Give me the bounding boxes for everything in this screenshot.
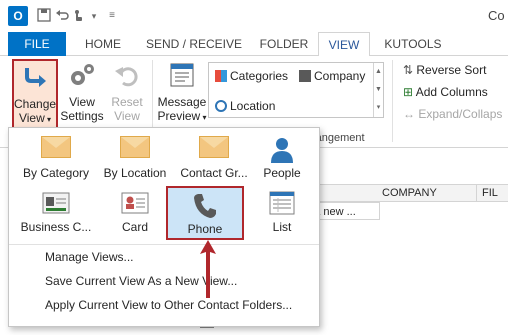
arrangement-company[interactable]: Company (299, 69, 365, 83)
business-card-icon (41, 190, 71, 219)
customize-icon[interactable]: ≡ (104, 8, 120, 24)
envelope-icon (120, 136, 150, 158)
person-icon (269, 136, 295, 167)
view-by-location[interactable]: By Location (92, 132, 178, 182)
reset-icon (108, 61, 146, 92)
add-columns-icon: ⊞ (403, 85, 416, 99)
manage-views-command[interactable]: Manage Views... (45, 250, 134, 264)
tab-home[interactable]: HOME (72, 32, 134, 56)
tab-view[interactable]: VIEW (318, 32, 370, 57)
tab-send-receive[interactable]: SEND / RECEIVE (140, 32, 248, 56)
view-by-category[interactable]: By Category (13, 132, 99, 182)
tab-file[interactable]: FILE (8, 32, 66, 56)
view-phone-label: Phone (187, 222, 223, 236)
column-header-row: COMPANY FIL (300, 184, 508, 202)
save-icon[interactable] (36, 8, 52, 24)
arrangement-categories-label: Categories (230, 69, 289, 83)
column-file-as[interactable]: FIL (482, 187, 498, 199)
contact-card-icon (120, 190, 150, 219)
ribbon-tab-bar: FILE HOME SEND / RECEIVE FOLDER VIEW KUT… (0, 32, 508, 57)
gallery-scroll[interactable]: ▲ ▼ ▾ (373, 63, 383, 117)
phone-icon (192, 192, 218, 223)
view-settings-button[interactable]: View Settings (60, 61, 104, 131)
reset-view-label-line1: Reset (111, 95, 143, 109)
view-people[interactable]: People (239, 132, 325, 182)
add-columns-label: Add Columns (415, 85, 488, 99)
envelope-icon (41, 136, 71, 158)
message-preview-label-line1: Message (157, 95, 207, 109)
view-list[interactable]: List (239, 186, 325, 236)
message-preview-label-line2: Preview (157, 109, 201, 123)
expand-collapse-button[interactable]: ↔ Expand/Collaps (403, 107, 502, 121)
list-icon (268, 190, 296, 219)
arrangement-location[interactable]: Location (215, 99, 275, 113)
apply-view-to-other-folders-command[interactable]: Apply Current View to Other Contact Fold… (45, 298, 292, 312)
reset-view-label-line2: View (114, 109, 140, 123)
reset-view-button[interactable]: Reset View (108, 61, 146, 131)
tab-kutools[interactable]: KUTOOLS (374, 32, 452, 56)
change-view-menu: By Category By Location Contact Gr... Pe… (8, 127, 320, 327)
arrangement-company-label: Company (314, 69, 366, 83)
annotation-arrow (200, 240, 216, 298)
arrangement-location-label: Location (230, 99, 276, 113)
message-preview-button[interactable]: Message Preview ▾ (156, 61, 208, 131)
ribbon-group-separator (392, 60, 393, 142)
view-settings-label-line2: Settings (60, 109, 104, 123)
view-business-cards[interactable]: Business C... (13, 186, 99, 236)
expand-collapse-icon: ↔ (403, 107, 419, 121)
undo-icon[interactable] (54, 8, 70, 24)
view-phone[interactable]: Phone (166, 186, 244, 240)
reverse-sort-button[interactable]: ⇅ Reverse Sort (403, 63, 486, 77)
sort-icon: ⇅ (403, 63, 417, 77)
expand-collapse-label: Expand/Collaps (418, 107, 503, 121)
view-by-location-label: By Location (103, 166, 167, 180)
gear-icon (60, 61, 104, 92)
view-by-category-label: By Category (22, 166, 90, 180)
view-list-label: List (272, 220, 292, 234)
qat-dropdown-icon[interactable]: ▾ (86, 8, 102, 24)
title-bar: O ▾ ≡ Co (0, 0, 508, 32)
view-business-cards-label: Business C... (20, 220, 92, 234)
add-columns-button[interactable]: ⊞ Add Columns (403, 85, 488, 99)
column-company[interactable]: COMPANY (382, 187, 437, 199)
view-settings-label-line1: View (69, 95, 95, 109)
menu-divider (9, 244, 319, 245)
outlook-logo-icon: O (8, 6, 28, 26)
message-preview-icon (156, 61, 208, 92)
change-view-label-line1: Change (14, 97, 57, 111)
globe-icon (215, 100, 227, 112)
reverse-sort-label: Reverse Sort (416, 63, 487, 77)
change-view-button[interactable]: Change View ▾ (12, 59, 58, 129)
window-title: Co (488, 8, 505, 23)
categories-icon (215, 70, 227, 82)
company-icon (299, 70, 311, 82)
arrangement-categories[interactable]: Categories (215, 69, 288, 83)
arrangement-gallery: Categories Company Location ▲ ▼ ▾ (208, 62, 384, 118)
tab-folder[interactable]: FOLDER (252, 32, 316, 56)
touch-mode-icon[interactable] (70, 8, 86, 24)
view-people-label: People (263, 166, 301, 180)
envelope-icon (199, 136, 229, 158)
change-view-icon (14, 65, 56, 94)
column-divider (476, 185, 477, 201)
change-view-label-line2: View (18, 111, 45, 125)
